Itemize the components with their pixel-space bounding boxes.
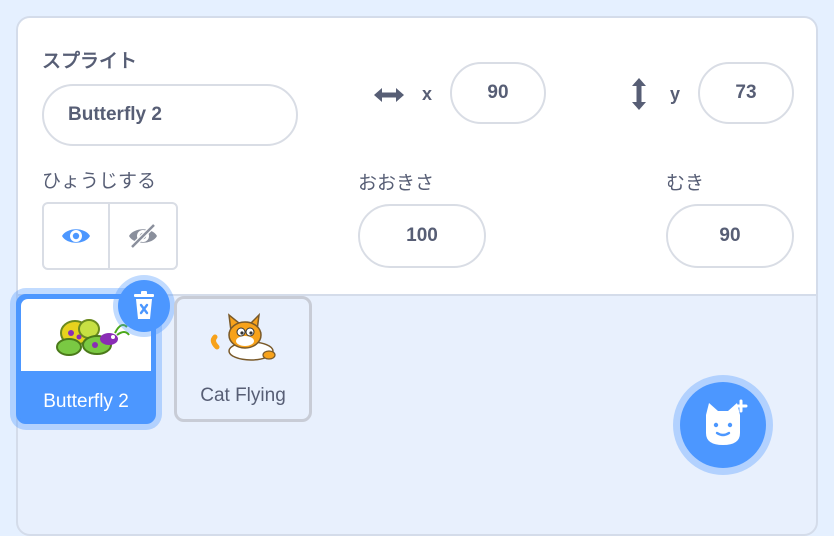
cat-add-icon xyxy=(706,399,748,445)
vertical-arrows-icon xyxy=(632,78,646,110)
sprite-info-section: スプライト Butterfly 2 x 90 y 73 ひょうじする おおきさ … xyxy=(18,18,816,296)
direction-input[interactable]: 90 xyxy=(666,204,794,268)
y-position-input[interactable]: 73 xyxy=(698,62,794,124)
visibility-toggle xyxy=(42,202,178,270)
y-label: y xyxy=(670,84,681,104)
hide-sprite-button[interactable] xyxy=(110,204,176,268)
sprite-tile-cat-flying[interactable]: Cat Flying xyxy=(174,296,312,422)
x-position-input[interactable]: 90 xyxy=(450,62,546,124)
show-sprite-button[interactable] xyxy=(44,204,110,268)
sprite-tile-label: Cat Flying xyxy=(200,385,286,406)
sprite-tile-label: Butterfly 2 xyxy=(43,391,129,412)
cat-flying-icon xyxy=(210,312,276,361)
show-label: ひょうじする xyxy=(42,171,157,192)
direction-label: むき xyxy=(666,173,705,194)
horizontal-arrows-icon xyxy=(374,88,404,102)
eye-slash-icon xyxy=(129,223,157,249)
trash-icon xyxy=(134,291,154,319)
size-input[interactable]: 100 xyxy=(358,204,486,268)
sprite-label: スプライト xyxy=(42,51,138,72)
size-label: おおきさ xyxy=(358,173,435,194)
eye-icon xyxy=(62,229,90,243)
x-label: x xyxy=(422,84,433,104)
sprite-name-input[interactable]: Butterfly 2 xyxy=(42,84,298,146)
delete-sprite-button[interactable] xyxy=(118,280,170,332)
choose-sprite-button[interactable] xyxy=(680,382,766,468)
